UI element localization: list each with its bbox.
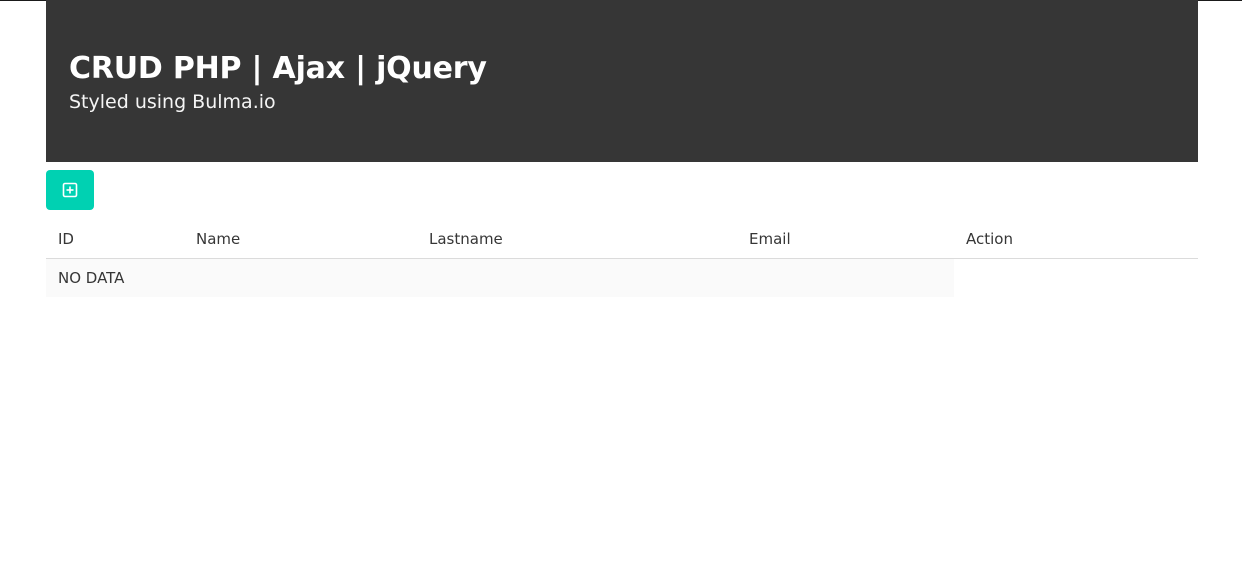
plus-square-icon xyxy=(62,182,78,198)
hero-banner: CRUD PHP | Ajax | jQuery Styled using Bu… xyxy=(46,0,1198,162)
no-data-message: NO DATA xyxy=(46,258,954,297)
column-header-lastname: Lastname xyxy=(417,220,737,259)
page-container: CRUD PHP | Ajax | jQuery Styled using Bu… xyxy=(46,0,1198,297)
column-header-name: Name xyxy=(184,220,417,259)
empty-action-cell xyxy=(954,258,1198,297)
add-record-button[interactable] xyxy=(46,170,94,210)
table-row: NO DATA xyxy=(46,258,1198,297)
column-header-action: Action xyxy=(954,220,1198,259)
column-header-email: Email xyxy=(737,220,954,259)
page-subtitle: Styled using Bulma.io xyxy=(69,91,276,113)
records-table: ID Name Lastname Email Action NO DATA xyxy=(46,220,1198,297)
column-header-id: ID xyxy=(46,220,184,259)
page-title: CRUD PHP | Ajax | jQuery xyxy=(69,51,487,86)
table-header-row: ID Name Lastname Email Action xyxy=(46,220,1198,259)
